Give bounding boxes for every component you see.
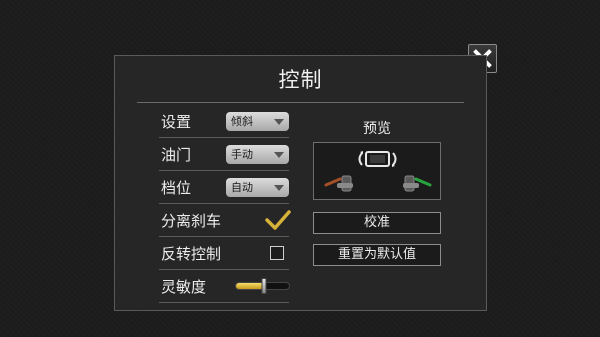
dropdown-arrow-icon [274,185,284,191]
dialog-title: 控制 [278,68,323,92]
checkmark-icon [265,210,291,230]
dropdown-arrow-icon [274,119,284,125]
mode-dropdown[interactable]: 倾斜 [226,112,289,131]
dropdown-arrow-icon [274,152,284,158]
invert-controls-checkbox[interactable] [270,246,284,260]
preview-label: 预览 [363,121,391,137]
tilt-device-icon [358,151,397,167]
preview-illustration [324,151,432,192]
setting-row-invert: 反转控制 [159,237,289,270]
left-brake-lever-icon [324,175,353,192]
title-divider [137,102,464,103]
setting-row-mode: 设置 倾斜 [159,105,289,138]
sensitivity-slider[interactable] [235,278,290,294]
setting-row-split-brake: 分离刹车 [159,204,291,237]
throttle-dropdown[interactable]: 手动 [226,145,289,164]
setting-label-invert: 反转控制 [161,245,222,263]
split-brake-checkbox[interactable] [265,209,291,231]
controls-dialog: 控制 设置 倾斜 油门 手动 档位 自动 分离刹车 反转控制 灵敏度 预览 校准… [114,55,487,311]
gear-dropdown-value: 自动 [231,181,253,194]
sensitivity-slider-thumb[interactable] [261,278,267,294]
setting-label-split-brake: 分离刹车 [161,212,222,230]
calibrate-button[interactable]: 校准 [313,212,441,234]
right-throttle-lever-icon [403,175,432,192]
preview-panel [313,142,441,200]
setting-label-throttle: 油门 [161,146,192,164]
setting-label-mode: 设置 [161,113,192,131]
throttle-dropdown-value: 手动 [231,148,253,161]
setting-row-sensitivity: 灵敏度 [159,270,290,303]
sensitivity-slider-fill [236,283,264,289]
setting-label-gear: 档位 [161,179,192,197]
setting-row-gear: 档位 自动 [159,171,289,204]
setting-label-sensitivity: 灵敏度 [161,278,207,296]
mode-dropdown-value: 倾斜 [231,115,253,128]
setting-row-throttle: 油门 手动 [159,138,289,171]
gear-dropdown[interactable]: 自动 [226,178,289,197]
reset-default-button[interactable]: 重置为默认值 [313,244,441,266]
